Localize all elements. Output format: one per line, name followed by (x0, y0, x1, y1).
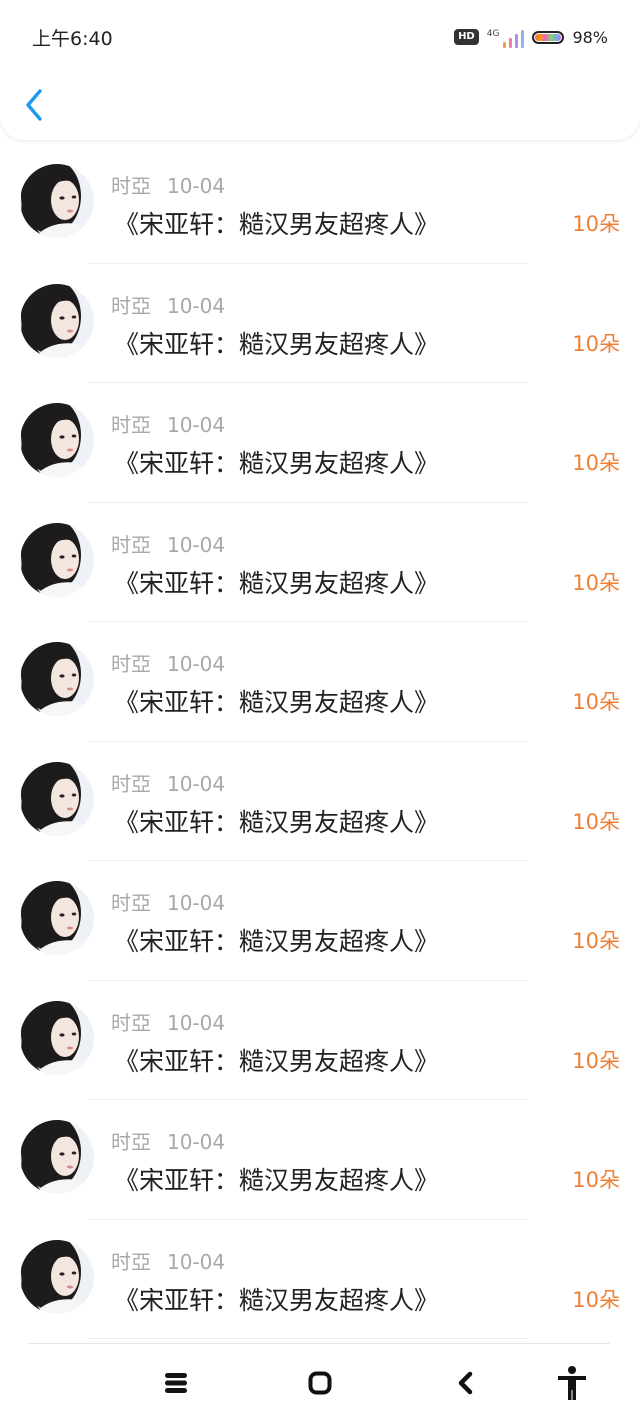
record-meta: 时亞 10-04 (111, 1007, 225, 1036)
user-name: 时亞 (111, 413, 151, 437)
avatar[interactable] (20, 403, 94, 477)
user-name: 时亞 (111, 1249, 151, 1274)
nav-back-button[interactable] (448, 1365, 484, 1401)
gift-amount: 10朵 (572, 331, 620, 356)
list-item[interactable]: 时亞 10-04 《宋亚轩：糙汉男友超疼人》 10朵 (0, 742, 640, 861)
record-date: 10-04 (167, 652, 226, 676)
user-name: 时亞 (111, 532, 151, 557)
avatar[interactable] (20, 164, 94, 238)
divider (88, 1338, 528, 1339)
user-name: 时亞 (111, 1010, 151, 1035)
list-item[interactable]: 时亞 10-04 《宋亚轩：糙汉男友超疼人》 10朵 (0, 622, 640, 742)
user-name: 时亞 (111, 174, 151, 198)
back-icon (458, 1371, 473, 1395)
avatar[interactable] (20, 1239, 94, 1314)
record-date: 10-04 (167, 1010, 226, 1035)
list-item[interactable]: 时亞 10-04 《宋亚轩：糙汉男友超疼人》 10朵 (0, 1100, 640, 1220)
record-date: 10-04 (167, 1249, 226, 1274)
battery-icon (532, 30, 565, 44)
menu-button[interactable] (158, 1365, 194, 1401)
book-title: 《宋亚轩：糙汉男友超疼人》 (114, 1046, 440, 1076)
record-meta: 时亞 10-04 (111, 409, 225, 438)
top-bar: 上午6:40 HD 4G 98% (0, 0, 640, 140)
gift-amount: 10朵 (572, 451, 620, 475)
record-list: 时亞 10-04 《宋亚轩：糙汉男友超疼人》 10朵 时亞 10-04 《宋亚轩：糙… (0, 144, 640, 1339)
status-icons: HD 4G 98% (454, 24, 608, 50)
record-meta: 时亞 10-04 (111, 290, 225, 319)
record-date: 10-04 (167, 174, 226, 198)
divider (28, 1343, 610, 1344)
avatar[interactable] (20, 761, 94, 836)
book-title: 《宋亚轩：糙汉男友超疼人》 (114, 927, 440, 956)
user-name: 时亞 (111, 1130, 151, 1154)
gift-amount: 10朵 (572, 1168, 620, 1192)
home-button[interactable] (302, 1365, 338, 1401)
record-date: 10-04 (167, 771, 226, 796)
system-nav-bar (0, 1343, 640, 1423)
chevron-left-icon (26, 89, 42, 121)
list-item[interactable]: 时亞 10-04 《宋亚轩：糙汉男友超疼人》 10朵 (0, 1220, 640, 1339)
list-item[interactable]: 时亞 10-04 《宋亚轩：糙汉男友超疼人》 10朵 (0, 264, 640, 383)
list-item[interactable]: 时亞 10-04 《宋亚轩：糙汉男友超疼人》 10朵 (0, 861, 640, 981)
record-meta: 时亞 10-04 (111, 529, 225, 558)
avatar[interactable] (20, 283, 94, 358)
gift-amount: 10朵 (572, 690, 620, 714)
user-name: 时亞 (111, 891, 151, 915)
book-title: 《宋亚轩：糙汉男友超疼人》 (114, 688, 440, 717)
home-icon (308, 1371, 332, 1395)
list-item[interactable]: 时亞 10-04 《宋亚轩：糙汉男友超疼人》 10朵 (0, 503, 640, 622)
book-title: 《宋亚轩：糙汉男友超疼人》 (114, 329, 440, 359)
avatar[interactable] (20, 1000, 94, 1075)
gift-amount: 10朵 (572, 570, 620, 595)
avatar[interactable] (20, 522, 94, 597)
gift-amount: 10朵 (572, 1287, 620, 1312)
list-item[interactable]: 时亞 10-04 《宋亚轩：糙汉男友超疼人》 10朵 (0, 981, 640, 1100)
record-date: 10-04 (167, 1130, 226, 1154)
book-title: 《宋亚轩：糙汉男友超疼人》 (114, 1285, 440, 1315)
record-meta: 时亞 10-04 (111, 1126, 225, 1155)
record-date: 10-04 (167, 891, 226, 915)
record-meta: 时亞 10-04 (111, 170, 225, 199)
hd-badge: HD (454, 29, 479, 45)
menu-icon (165, 1373, 187, 1393)
avatar[interactable] (20, 881, 94, 955)
book-title: 《宋亚轩：糙汉男友超疼人》 (114, 210, 440, 239)
record-meta: 时亞 10-04 (111, 1246, 225, 1275)
book-title: 《宋亚轩：糙汉男友超疼人》 (114, 449, 440, 478)
back-button[interactable] (22, 86, 48, 124)
avatar[interactable] (20, 1120, 94, 1194)
list-item[interactable]: 时亞 10-04 《宋亚轩：糙汉男友超疼人》 10朵 (0, 383, 640, 503)
battery-fill (535, 33, 561, 41)
record-meta: 时亞 10-04 (111, 648, 225, 677)
record-date: 10-04 (167, 293, 226, 318)
accessibility-button[interactable] (554, 1365, 590, 1401)
book-title: 《宋亚轩：糙汉男友超疼人》 (114, 807, 440, 837)
book-title: 《宋亚轩：糙汉男友超疼人》 (114, 1166, 440, 1195)
record-meta: 时亞 10-04 (111, 887, 225, 916)
user-name: 时亞 (111, 293, 151, 318)
avatar[interactable] (20, 642, 94, 716)
gift-amount: 10朵 (572, 809, 620, 834)
gift-amount: 10朵 (572, 1048, 620, 1073)
gift-amount: 10朵 (572, 929, 620, 953)
status-time: 上午6:40 (32, 28, 113, 50)
record-date: 10-04 (167, 413, 226, 437)
signal-icon: 4G (487, 26, 525, 48)
accessibility-icon (558, 1366, 586, 1400)
battery-percent: 98% (572, 27, 608, 47)
list-item[interactable]: 时亞 10-04 《宋亚轩：糙汉男友超疼人》 10朵 (0, 144, 640, 264)
user-name: 时亞 (111, 652, 151, 676)
network-type: 4G (486, 29, 500, 39)
record-date: 10-04 (167, 532, 226, 557)
record-meta: 时亞 10-04 (111, 768, 225, 797)
user-name: 时亞 (111, 771, 151, 796)
gift-amount: 10朵 (572, 212, 620, 236)
book-title: 《宋亚轩：糙汉男友超疼人》 (114, 568, 440, 598)
